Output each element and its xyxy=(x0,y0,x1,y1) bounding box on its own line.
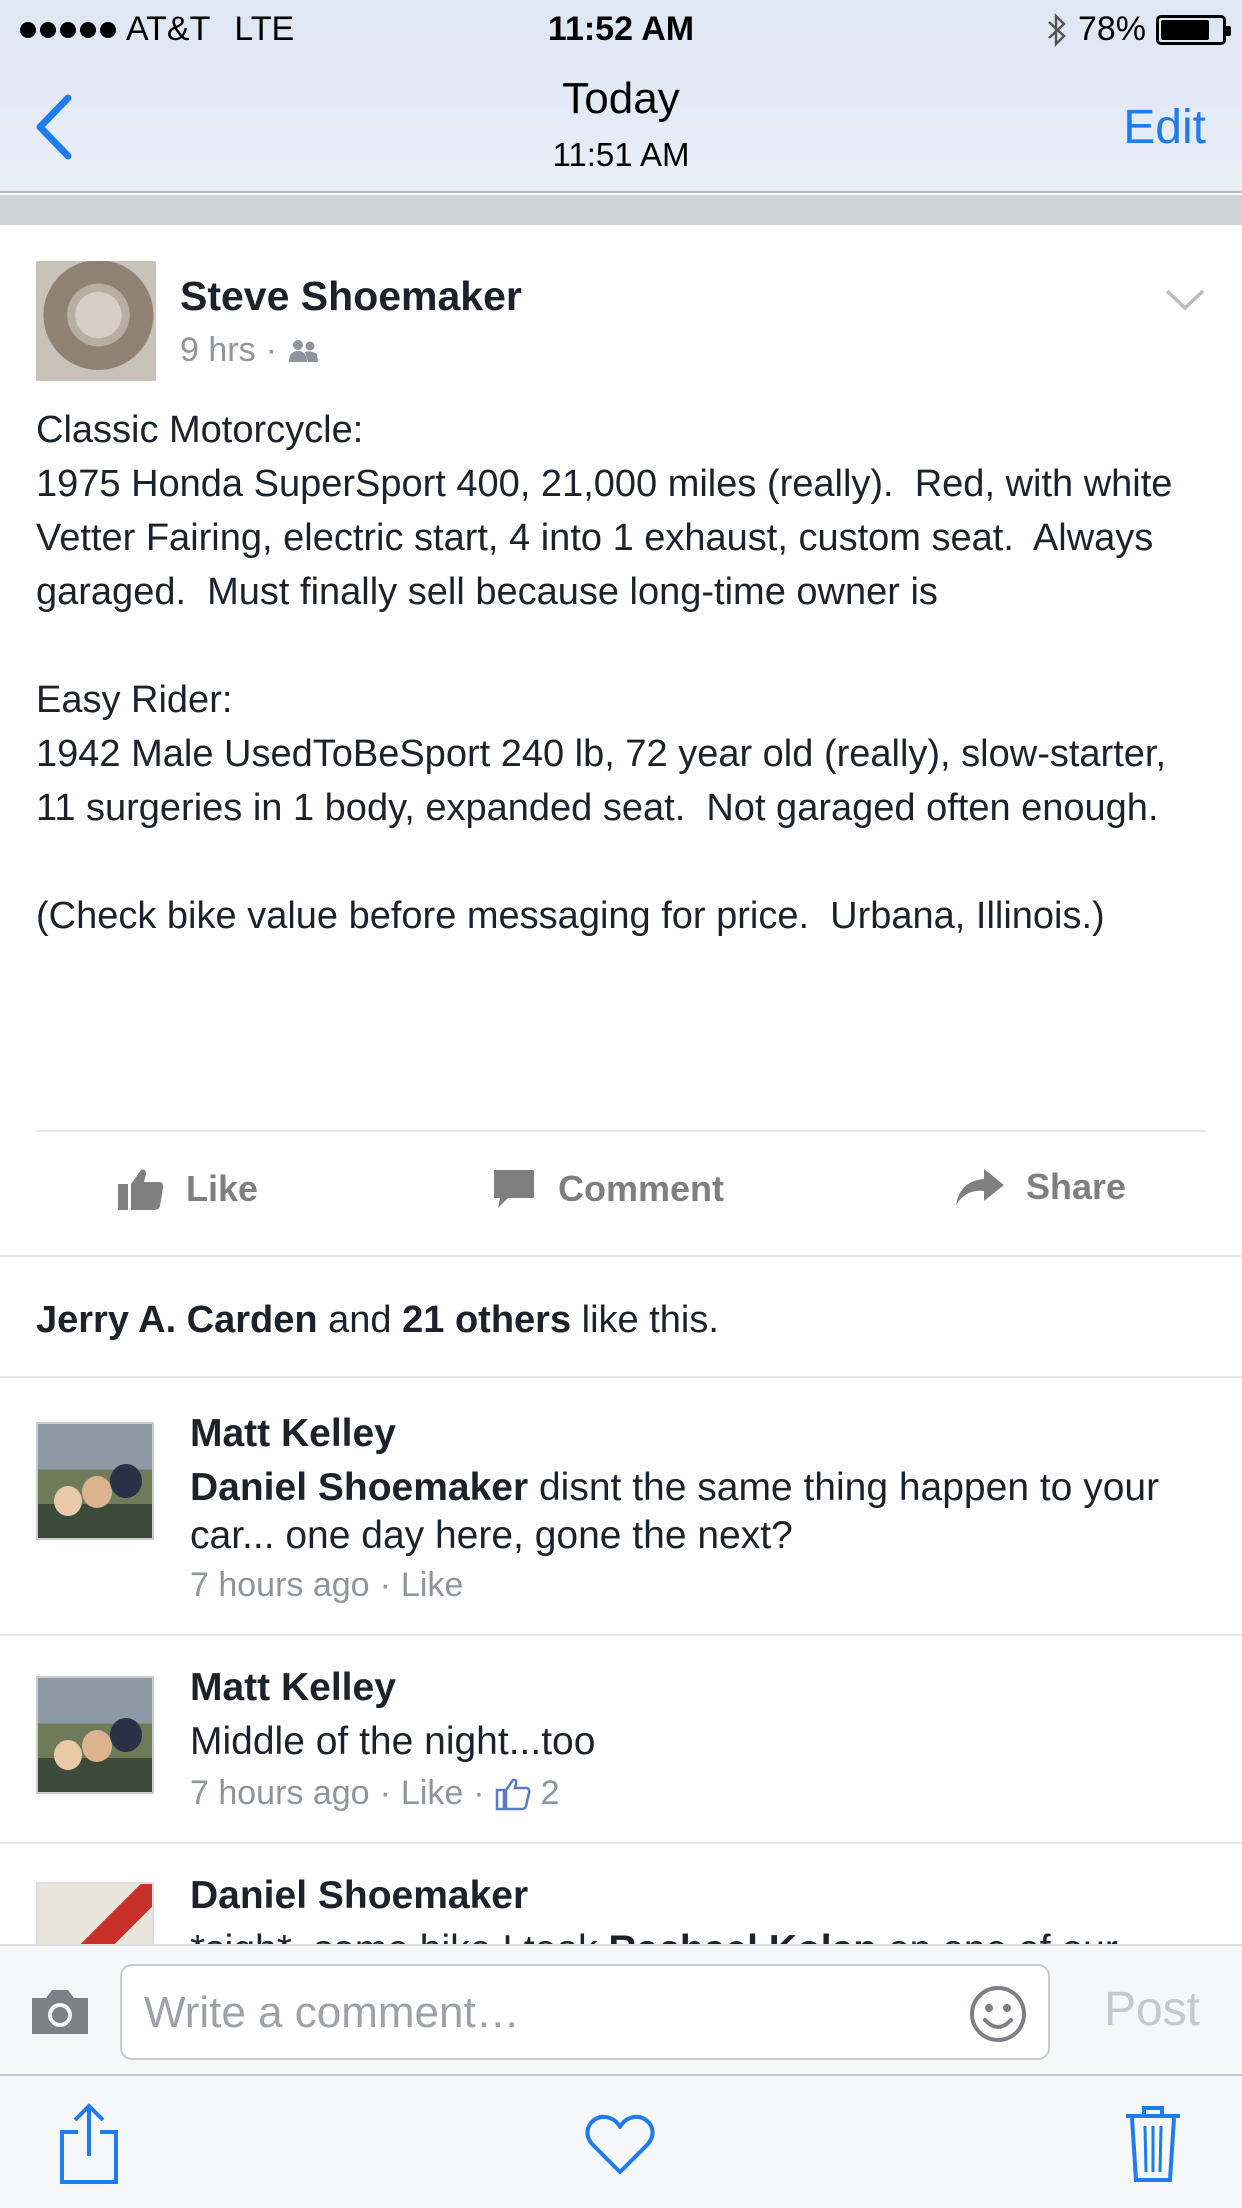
post-time[interactable]: 9 hrs xyxy=(180,331,256,370)
comment-meta-separator: · xyxy=(379,1566,391,1604)
comment-mention[interactable]: Daniel Shoemaker xyxy=(190,1466,528,1509)
comment-meta-separator: · xyxy=(473,1774,485,1812)
edit-button[interactable]: Edit xyxy=(1123,100,1206,155)
nav-subtitle: 11:51 AM xyxy=(552,136,690,173)
like-button[interactable]: Like xyxy=(116,1166,258,1212)
post-body: Classic Motorcycle: 1975 Honda SuperSpor… xyxy=(36,409,1173,937)
comment-body-end: on one of our xyxy=(877,1928,1118,1944)
comment-author[interactable]: Matt Kelley xyxy=(190,1666,396,1710)
comment: Matt Kelley Middle of the night...too 7 … xyxy=(0,1636,1242,1844)
post-meta: 9 hrs · xyxy=(180,331,321,370)
separator-bar xyxy=(0,195,1242,225)
comment-like-link[interactable]: Like xyxy=(401,1774,463,1813)
comment-like-link[interactable]: Like xyxy=(401,1566,463,1605)
share-label: Share xyxy=(1026,1166,1127,1207)
comment-author[interactable]: Matt Kelley xyxy=(190,1412,396,1456)
battery-icon xyxy=(1156,14,1231,45)
commenter-avatar[interactable] xyxy=(36,1882,154,1944)
comment-meta: 7 hours ago · Like · 2 xyxy=(190,1774,560,1813)
status-bar: AT&T LTE 11:52 AM 78% xyxy=(0,10,1242,54)
comment-meta: 7 hours ago · Like xyxy=(190,1566,463,1605)
comment-time[interactable]: 7 hours ago xyxy=(190,1566,370,1605)
friends-audience-icon[interactable] xyxy=(287,338,321,364)
commenter-avatar[interactable] xyxy=(36,1422,154,1540)
likes-summary[interactable]: Jerry A. Carden and 21 others like this. xyxy=(0,1255,1242,1378)
comment: Daniel Shoemaker *sigh*, same bike I too… xyxy=(0,1844,1242,1944)
likes-suffix: like this. xyxy=(571,1299,719,1341)
post-author-name[interactable]: Steve Shoemaker xyxy=(180,273,522,320)
comment-meta-separator: · xyxy=(379,1774,391,1812)
nav-title: Today xyxy=(562,74,680,123)
likes-text: Jerry A. Carden and 21 others like this. xyxy=(36,1299,719,1342)
share-button[interactable]: Share xyxy=(954,1166,1126,1208)
emoji-icon[interactable] xyxy=(968,1984,1028,2044)
top-bar: AT&T LTE 11:52 AM 78% Today 11:51 AM Edi… xyxy=(0,0,1242,193)
bluetooth-icon xyxy=(1048,12,1066,47)
likes-and: and xyxy=(317,1299,403,1341)
like-label: Like xyxy=(186,1168,259,1209)
comment-bubble-icon xyxy=(494,1170,534,1208)
share-arrow-icon xyxy=(956,1169,1004,1205)
comment-mention[interactable]: Rachael Kolan xyxy=(608,1928,877,1944)
post-actions: Like Comment Share xyxy=(36,1130,1206,1250)
bottom-toolbar xyxy=(0,2074,1242,2208)
comment-time[interactable]: 7 hours ago xyxy=(190,1774,370,1813)
comment-body-start: *sigh*, same bike I took xyxy=(190,1928,608,1944)
heart-icon[interactable] xyxy=(584,2112,656,2176)
comment-input[interactable] xyxy=(144,1984,944,2042)
comment-body: Middle of the night...too xyxy=(190,1720,596,1763)
post-comment-button[interactable]: Post xyxy=(1104,1982,1200,2037)
likes-others[interactable]: 21 others xyxy=(402,1299,571,1341)
comment: Matt Kelley Daniel Shoemaker disnt the s… xyxy=(0,1380,1242,1636)
battery-percent: 78% xyxy=(1077,10,1146,48)
camera-icon[interactable] xyxy=(28,1984,92,2038)
chevron-down-icon[interactable] xyxy=(1164,287,1206,313)
comment-composer: Post xyxy=(0,1944,1242,2074)
comment-author[interactable]: Daniel Shoemaker xyxy=(190,1874,528,1918)
thumbs-up-icon xyxy=(118,1169,164,1210)
comment-label: Comment xyxy=(558,1168,725,1209)
comment-text: *sigh*, same bike I took Rachael Kolan o… xyxy=(190,1926,1190,1944)
liker-name[interactable]: Jerry A. Carden xyxy=(36,1299,318,1341)
meta-separator: · xyxy=(265,331,277,369)
comment-text: Daniel Shoemaker disnt the same thing ha… xyxy=(190,1464,1190,1560)
commenter-avatar[interactable] xyxy=(36,1676,154,1794)
status-right: 78% xyxy=(1046,10,1231,49)
trash-icon[interactable] xyxy=(1124,2104,1182,2184)
share-export-icon[interactable] xyxy=(58,2102,120,2186)
author-avatar[interactable] xyxy=(36,261,156,381)
like-count-thumb-icon xyxy=(495,1778,531,1810)
comment-button[interactable]: Comment xyxy=(490,1166,724,1212)
comment-input-box xyxy=(120,1964,1050,2060)
comment-like-count[interactable]: 2 xyxy=(541,1774,560,1813)
